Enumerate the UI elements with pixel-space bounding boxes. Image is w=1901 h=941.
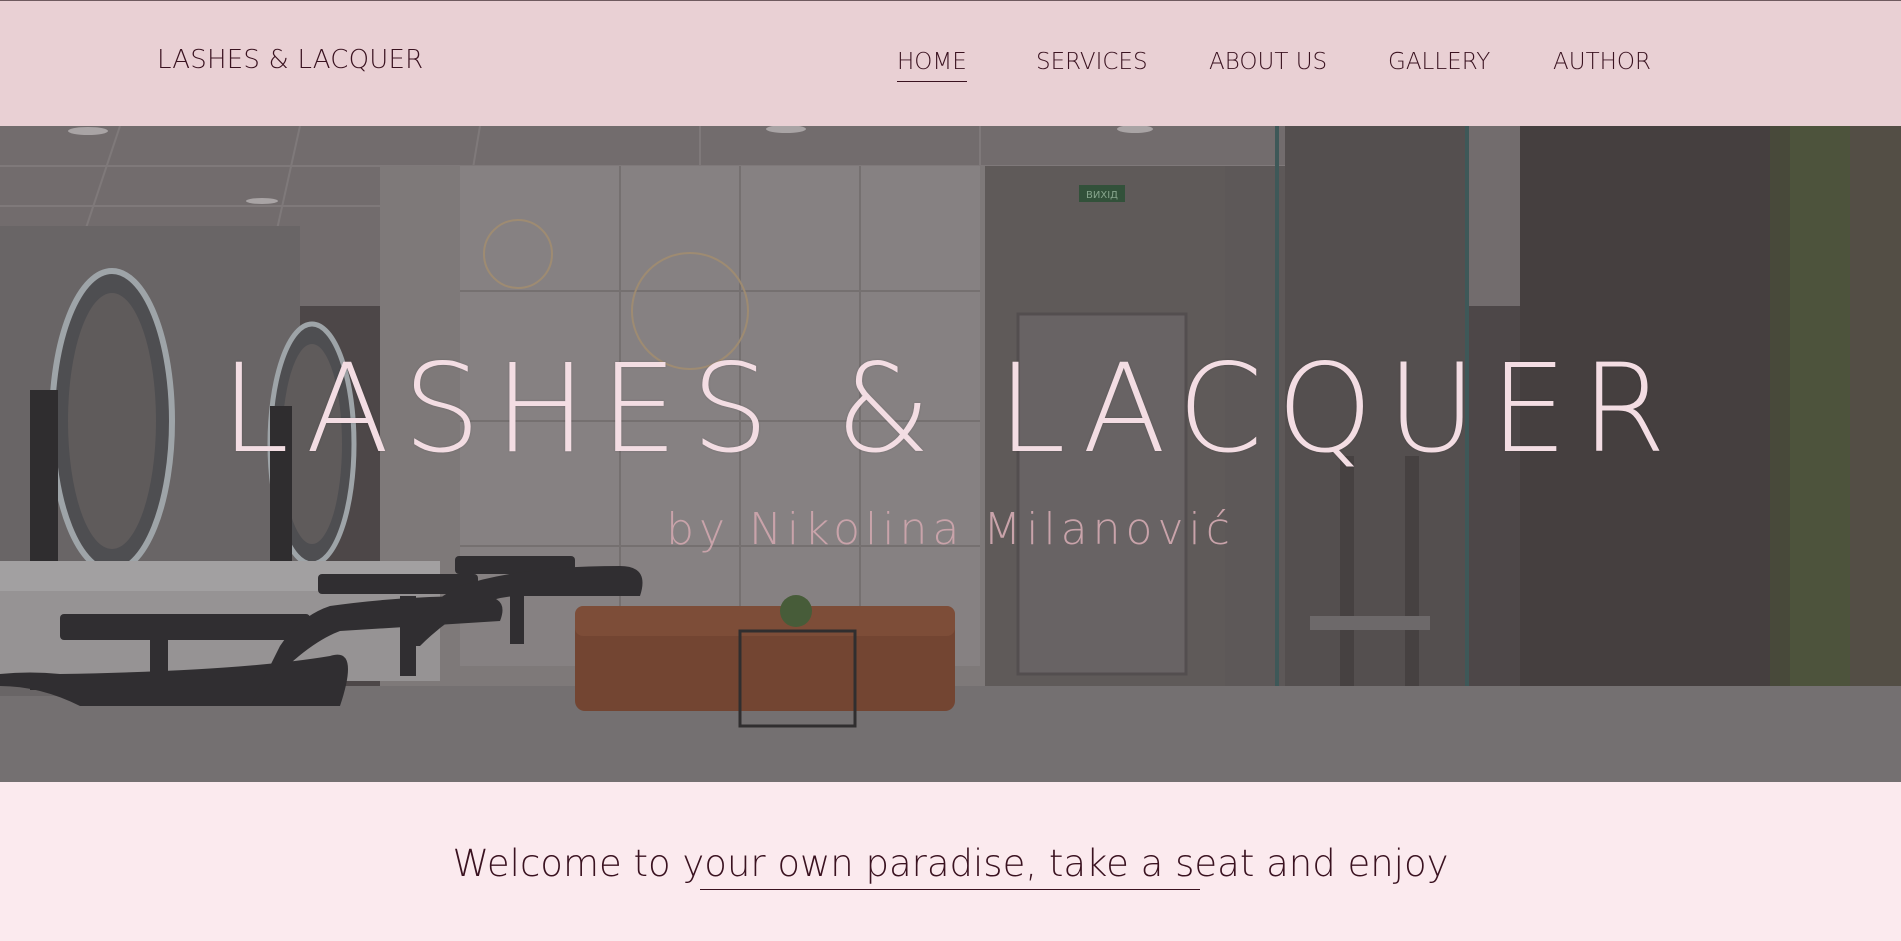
nav-item-home[interactable]: HOME [897, 49, 967, 82]
welcome-text: Welcome to your own paradise, take a sea… [452, 842, 1449, 885]
nav-item-services[interactable]: SERVICES [1036, 49, 1148, 81]
main-nav: HOME SERVICES ABOUT US GALLERY AUTHOR [0, 49, 1901, 89]
nav-item-about-us[interactable]: ABOUT US [1209, 49, 1327, 81]
page: LASHES & LACQUER HOME SERVICES ABOUT US … [0, 0, 1901, 941]
hero-title: LASHES & LACQUER [220, 338, 1681, 480]
site-header: LASHES & LACQUER HOME SERVICES ABOUT US … [0, 0, 1901, 126]
nav-item-author[interactable]: AUTHOR [1553, 49, 1651, 81]
hero-subtitle: by Nikolina Milanović [666, 504, 1235, 555]
nav-item-gallery[interactable]: GALLERY [1388, 49, 1490, 81]
welcome-underline [700, 889, 1200, 890]
hero-section: ВИХІД LASHES & LACQUER by Nikolina Milan… [0, 126, 1901, 782]
